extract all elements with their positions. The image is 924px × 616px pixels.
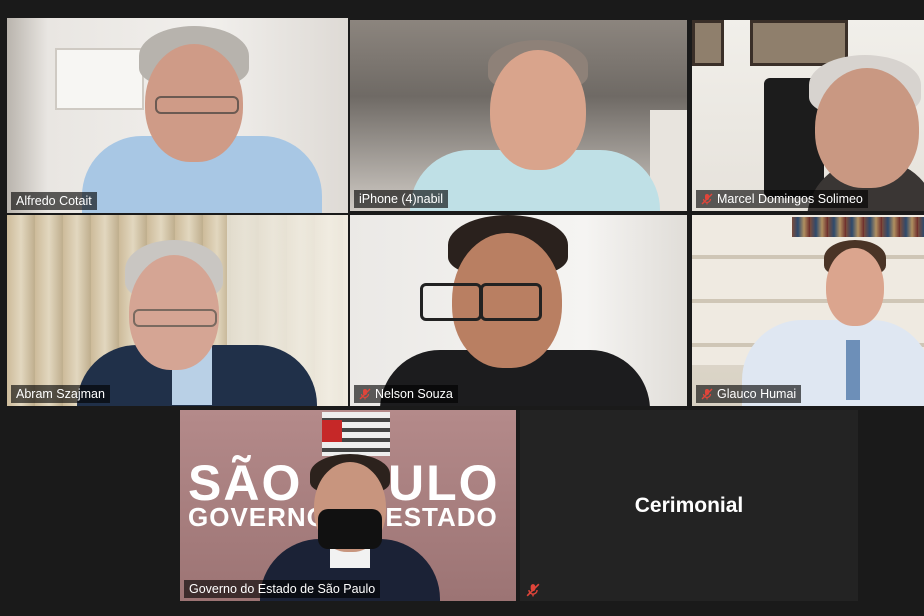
shelf-books bbox=[792, 217, 924, 237]
video-tile-alfredo-cotait[interactable]: Alfredo Cotait bbox=[7, 18, 348, 213]
participant-name-label: Marcel Domingos Solimeo bbox=[696, 190, 868, 208]
participant-name-label: Nelson Souza bbox=[354, 385, 458, 403]
muted-mic-icon bbox=[359, 388, 371, 400]
video-tile-cerimonial[interactable]: Cerimonial bbox=[520, 410, 858, 601]
muted-mic-icon bbox=[701, 193, 713, 205]
participant-name-label: Glauco Humai bbox=[696, 385, 802, 403]
video-tile-iphone-nabil[interactable]: iPhone (4)nabil bbox=[350, 20, 687, 211]
participant-name-placeholder: Cerimonial bbox=[634, 493, 744, 517]
muted-mic-icon bbox=[526, 583, 540, 597]
state-flag-canton bbox=[322, 420, 342, 442]
participant-name-label: iPhone (4)nabil bbox=[354, 190, 449, 208]
participant-video bbox=[797, 50, 924, 211]
participant-video bbox=[410, 30, 670, 211]
video-tile-nelson-souza[interactable]: Nelson Souza bbox=[350, 215, 687, 406]
video-tile-glauco-humai[interactable]: Glauco Humai bbox=[692, 215, 924, 406]
video-tile-abram-szajman[interactable]: Abram Szajman bbox=[7, 215, 348, 406]
video-tile-governo-sao-paulo[interactable]: SÃO PAULO GOVERNO DO ESTADO Governo do E… bbox=[180, 410, 516, 601]
participant-video bbox=[67, 26, 327, 213]
participant-video bbox=[240, 454, 460, 601]
participant-name-label: Alfredo Cotait bbox=[11, 192, 97, 210]
participant-video bbox=[67, 235, 327, 406]
participant-name-label: Abram Szajman bbox=[11, 385, 110, 403]
participant-video bbox=[380, 215, 660, 406]
muted-mic-icon bbox=[701, 388, 713, 400]
participant-video bbox=[742, 240, 924, 406]
participant-name-label: Governo do Estado de São Paulo bbox=[184, 580, 381, 598]
video-tile-marcel-domingos-solimeo[interactable]: Marcel Domingos Solimeo bbox=[692, 20, 924, 211]
wall-frame bbox=[692, 20, 724, 66]
